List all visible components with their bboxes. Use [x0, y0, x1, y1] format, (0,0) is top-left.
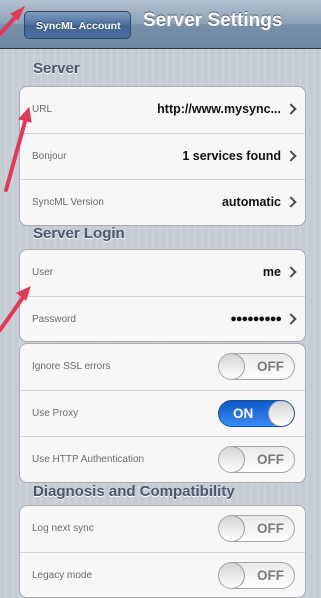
row-label: Password	[32, 314, 76, 325]
connection-options-group: Ignore SSL errors OFF Use Proxy ON Use H…	[19, 343, 306, 483]
toggle-knob	[219, 354, 245, 379]
section-header-server: Server	[33, 60, 80, 77]
row-label: Log next sync	[32, 523, 94, 534]
bonjour-value: 1 services found	[182, 149, 281, 163]
toggle-knob	[219, 563, 245, 588]
section-header-diagnosis: Diagnosis and Compatibility	[33, 483, 235, 500]
bonjour-row[interactable]: Bonjour 1 services found	[20, 133, 305, 179]
user-value: me	[262, 265, 281, 279]
back-button[interactable]: SyncML Account	[24, 11, 131, 39]
row-label: Use Proxy	[32, 408, 79, 419]
password-row[interactable]: Password ●●●●●●●●●	[20, 296, 305, 341]
row-label: Use HTTP Authentication	[32, 454, 145, 465]
toggle-state: OFF	[257, 359, 284, 374]
log-next-sync-row: Log next sync OFF	[20, 506, 305, 552]
url-row[interactable]: URL http://www.mysync...	[20, 87, 305, 133]
server-login-group: User me Password ●●●●●●●●●	[19, 249, 306, 342]
use-http-authentication-row: Use HTTP Authentication OFF	[20, 436, 305, 482]
toggle-state: OFF	[257, 521, 284, 536]
chevron-right-icon	[285, 266, 297, 278]
toggle-state: OFF	[257, 452, 284, 467]
toggle-state: OFF	[257, 568, 284, 583]
toggle-knob	[219, 447, 245, 472]
row-label: Ignore SSL errors	[32, 361, 111, 372]
legacy-mode-row: Legacy mode OFF	[20, 552, 305, 597]
use-proxy-row: Use Proxy ON	[20, 390, 305, 436]
toggle-knob	[219, 516, 245, 541]
chevron-right-icon	[285, 196, 297, 208]
row-label: Legacy mode	[32, 570, 93, 581]
syncml-version-row[interactable]: SyncML Version automatic	[20, 179, 305, 225]
navigation-bar: SyncML Account Server Settings	[0, 0, 321, 49]
row-label: Bonjour	[32, 151, 67, 162]
chevron-right-icon	[285, 150, 297, 162]
url-value: http://www.mysync...	[157, 102, 281, 116]
page-title: Server Settings	[143, 10, 283, 31]
diagnosis-group: Log next sync OFF Legacy mode OFF	[19, 505, 306, 598]
use-http-authentication-toggle[interactable]: OFF	[218, 446, 295, 473]
legacy-mode-toggle[interactable]: OFF	[218, 562, 295, 589]
ignore-ssl-errors-row: Ignore SSL errors OFF	[20, 344, 305, 390]
log-next-sync-toggle[interactable]: OFF	[218, 515, 295, 542]
row-label: User	[32, 267, 54, 278]
chevron-right-icon	[285, 313, 297, 325]
server-group: URL http://www.mysync... Bonjour 1 servi…	[19, 86, 306, 226]
syncml-version-value: automatic	[221, 195, 281, 209]
toggle-state: ON	[233, 406, 254, 421]
user-row[interactable]: User me	[20, 250, 305, 296]
use-proxy-toggle[interactable]: ON	[218, 400, 295, 427]
password-value: ●●●●●●●●●	[230, 313, 282, 325]
section-header-server-login: Server Login	[33, 225, 125, 242]
row-label: URL	[32, 104, 53, 115]
chevron-right-icon	[285, 103, 297, 115]
toggle-knob	[268, 401, 294, 426]
ignore-ssl-errors-toggle[interactable]: OFF	[218, 353, 295, 380]
row-label: SyncML Version	[32, 197, 104, 208]
